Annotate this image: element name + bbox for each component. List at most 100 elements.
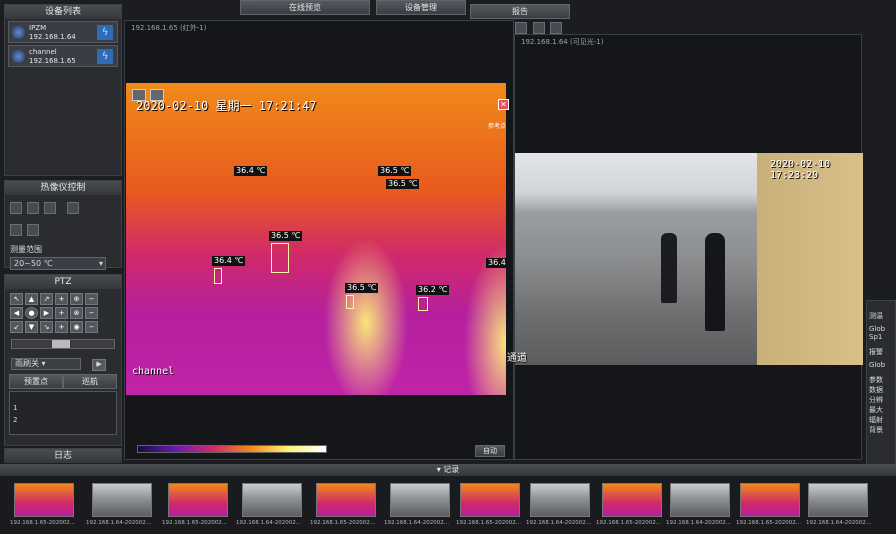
right-side-panel: 测温 Glob Sp1 报警 Glob 参数 数据 分辨 最大 辐射 背景 [866,300,896,466]
record-thumbnail[interactable] [460,483,520,517]
record-label: 192.168.1.65-202002... [596,520,661,526]
preset-list: 1 2 [9,391,117,435]
person-figure [705,233,725,331]
record-label: 192.168.1.64-202002... [384,520,449,526]
thermal-pane-title: 192.168.1.65 (红外-1) [131,24,207,32]
thermal-tool-button[interactable] [10,202,22,214]
record-label: 192.168.1.65-202002... [10,520,75,526]
record-thumbnail[interactable] [602,483,662,517]
record-thumbnail[interactable] [14,483,74,517]
stop-icon[interactable] [549,22,562,34]
visible-pane-title: 192.168.1.64 (可见光-1) [521,38,604,46]
record-thumbnail[interactable] [670,483,730,517]
iris-close-button[interactable]: − [85,321,98,333]
device-ip: 192.168.1.65 [29,57,76,65]
camera-icon [12,26,25,39]
thermal-control-title: 热像仪控制 [5,181,121,195]
record-thumbnail[interactable] [316,483,376,517]
range-label: 测量范围 [10,245,42,254]
tab-preset[interactable]: 预置点 [9,374,63,389]
thermal-control-panel: 热像仪控制 测量范围 20~50 ℃ ▾ [4,180,122,270]
play-icon[interactable]: ▶ [92,359,107,371]
side-label: 最大 [869,406,883,414]
ptz-up-button[interactable]: ▲ [25,293,38,305]
ptz-title: PTZ [5,275,121,289]
speed-slider[interactable] [11,339,115,349]
side-label: 测温 [869,312,883,320]
record-thumbnail[interactable] [92,483,152,517]
ptz-down-right-button[interactable]: ↘ [40,321,53,333]
thermal-tool-button[interactable] [67,202,80,214]
side-label: 分辨 [869,396,883,404]
measure-box [418,297,428,311]
osd-label: 通道 [507,353,527,364]
record-label: 192.168.1.65-202002... [456,520,521,526]
connect-icon[interactable]: ϟ [97,49,113,64]
alarm-label: 参考点 [488,123,507,130]
iris-open-button[interactable]: + [55,321,68,333]
layout-icon[interactable] [515,22,528,34]
tab-cruise[interactable]: 巡航 [63,374,117,389]
device-item-2[interactable]: channel 192.168.1.65 ϟ [8,45,118,67]
range-select[interactable]: 20~50 ℃ ▾ [10,257,106,270]
temp-reading: 36.5 ℃ [269,231,303,241]
record-thumbnail[interactable] [242,483,302,517]
range-value: 20~50 ℃ [14,259,53,268]
temp-reading: 36.4 ℃ [234,166,268,176]
ptz-down-left-button[interactable]: ↙ [10,321,23,333]
ptz-right-button[interactable]: ▶ [40,307,53,319]
visible-pane: 192.168.1.64 (可见光-1) 2020-02-10 17:23:29… [507,34,863,460]
thermal-tool-button[interactable] [27,202,40,214]
camera-icon [12,50,25,63]
record-thumbnail[interactable] [390,483,450,517]
ptz-up-left-button[interactable]: ↖ [10,293,23,305]
zoom-icon[interactable]: ⊕ [70,293,83,305]
connect-icon[interactable]: ϟ [97,25,113,40]
wiper-select[interactable]: 雨刷关 ▾ [11,358,81,370]
fullscreen-icon[interactable] [532,22,545,34]
log-panel: 日志 [4,448,122,463]
palette-bar [137,445,327,453]
records-header[interactable]: ▾ 记录 [0,464,896,476]
list-item[interactable]: 1 [10,402,116,414]
device-item-1[interactable]: IPZM 192.168.1.64 ϟ [8,21,118,43]
thermal-tool-button[interactable] [10,224,22,236]
focus-far-button[interactable]: − [85,307,98,319]
zoom-out-button[interactable]: − [85,293,98,305]
osd-time: 2020-02-10 17:23:29 [770,159,831,181]
temp-reading: 36.5 ℃ [345,283,379,293]
tab-report[interactable]: 报告 [470,4,570,19]
alarm-close-icon[interactable]: ✕ [498,99,509,110]
record-thumbnail[interactable] [740,483,800,517]
record-thumbnail[interactable] [530,483,590,517]
tab-live-view[interactable]: 在线预览 [240,0,370,15]
record-thumbnail[interactable] [168,483,228,517]
thermal-tool-button[interactable] [27,224,40,236]
auto-button[interactable]: 自动 [475,445,505,457]
zoom-in-button[interactable]: + [55,293,68,305]
list-item[interactable]: 2 [10,414,116,426]
record-label: 192.168.1.64-202002... [526,520,591,526]
tab-device-management[interactable]: 设备管理 [376,0,466,15]
visible-video[interactable]: 2020-02-10 17:23:29 通道 [507,153,863,365]
ptz-left-button[interactable]: ◀ [10,307,23,319]
record-label: 192.168.1.64-202002... [666,520,731,526]
ptz-panel: PTZ ↖ ▲ ↗ + ⊕ − ◀ ● ▶ + ⊗ − ↙ ▼ ↘ + ◉ − 雨刷关 ▾ ▶ 预置点 巡航 … [4,274,122,446]
ptz-down-button[interactable]: ▼ [25,321,38,333]
side-label: 背景 [869,426,883,434]
record-thumbnail[interactable] [808,483,868,517]
ptz-up-right-button[interactable]: ↗ [40,293,53,305]
thermal-video[interactable]: 2020-02-10 星期一 17:21:47 ✕ 参考点 36.4 ℃ 36.… [126,83,509,395]
side-label: Glob [869,325,886,333]
wiper-select-value: 雨刷关 [15,359,39,368]
thermal-tool-button[interactable] [44,202,57,214]
osd-time: 2020-02-10 星期一 17:21:47 [136,99,317,113]
record-label: 192.168.1.65-202002... [736,520,801,526]
ptz-center-button[interactable]: ● [25,307,38,319]
device-name: channel [29,48,57,56]
record-label: 192.168.1.64-202002... [86,520,151,526]
slider-handle[interactable] [52,340,70,348]
iris-icon[interactable]: ◉ [70,321,83,333]
focus-near-button[interactable]: + [55,307,68,319]
focus-icon[interactable]: ⊗ [70,307,83,319]
